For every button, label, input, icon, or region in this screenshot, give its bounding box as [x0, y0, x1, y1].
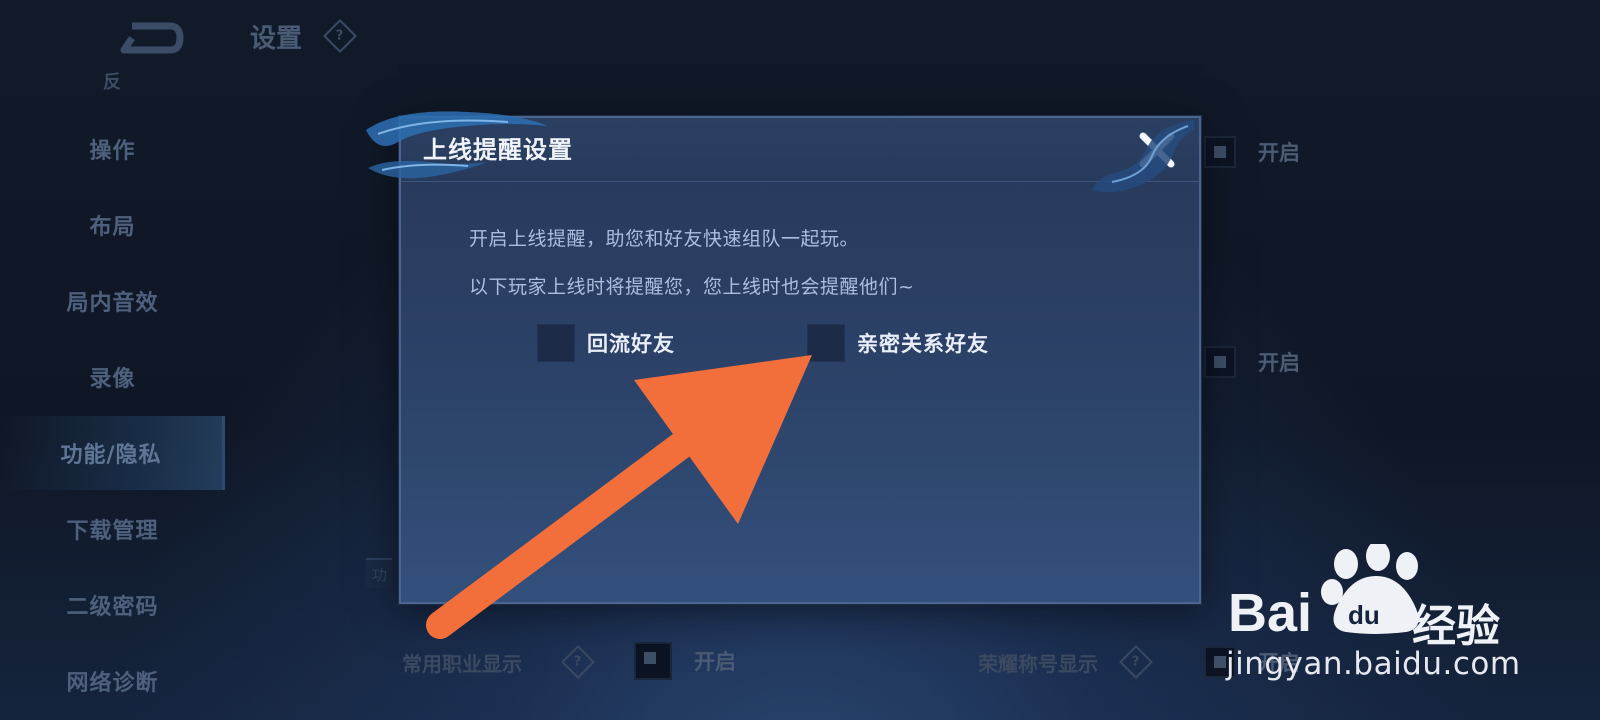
- watermark-url: jingyan.baidu.com: [1226, 646, 1521, 682]
- sidebar-item-features-privacy[interactable]: 功能/隐私: [0, 416, 225, 490]
- sidebar-item-secondary-password[interactable]: 二级密码: [0, 568, 225, 642]
- sidebar-item-network-diagnostics[interactable]: 网络诊断: [0, 644, 225, 718]
- back-arrow-icon: [120, 22, 184, 54]
- sidebar: 反 操作 布局 局内音效 录像 功能/隐私 下载管理 二级密码 网络诊断: [0, 0, 225, 720]
- watermark-brand: Bai: [1228, 583, 1313, 643]
- option-label-close-friends: 亲密关系好友: [857, 332, 989, 356]
- option-label-returning-friends: 回流好友: [587, 332, 675, 356]
- bg-toggle-label-2: 开启: [1258, 351, 1300, 375]
- dialog-description-2: 以下玩家上线时将提醒您，您上线时也会提醒他们~: [469, 276, 915, 298]
- back-button[interactable]: [118, 18, 186, 58]
- dialog-header: 上线提醒设置: [401, 118, 1199, 182]
- bg-row-label-honor-title: 荣耀称号显示: [978, 652, 1098, 676]
- option-close-friends[interactable]: 亲密关系好友: [807, 324, 989, 362]
- bg-toggle-common-role[interactable]: 开启: [634, 642, 736, 680]
- paw-text: du: [1348, 600, 1380, 630]
- bg-fragment: 功: [366, 558, 392, 588]
- bg-checkbox-1[interactable]: [1204, 136, 1236, 168]
- sidebar-item-partial[interactable]: 反: [0, 66, 225, 96]
- bg-checkbox-2[interactable]: [1204, 346, 1236, 378]
- close-icon: [1139, 132, 1175, 168]
- bg-toggle-2[interactable]: 开启: [1204, 346, 1300, 378]
- checkbox-returning-friends[interactable]: [537, 324, 575, 362]
- bg-toggle-1[interactable]: 开启: [1204, 136, 1300, 168]
- watermark-brand-tail: 经验: [1412, 601, 1500, 652]
- sidebar-item-controls[interactable]: 操作: [0, 112, 225, 186]
- option-returning-friends[interactable]: 回流好友: [537, 324, 675, 362]
- checkbox-close-friends[interactable]: [807, 324, 845, 362]
- page-title: 设置: [250, 24, 303, 54]
- bg-row-label-common-role: 常用职业显示: [402, 652, 522, 676]
- sidebar-item-ingame-audio[interactable]: 局内音效: [0, 264, 225, 338]
- bg-checkbox-common-role[interactable]: [634, 642, 672, 680]
- sidebar-item-layout[interactable]: 布局: [0, 188, 225, 262]
- sidebar-item-downloads[interactable]: 下载管理: [0, 492, 225, 566]
- dialog-description-1: 开启上线提醒，助您和好友快速组队一起玩。: [469, 228, 860, 250]
- online-reminder-dialog: 上线提醒设置 开启上线提醒，助您和好友快速组队一起玩。 以下玩家上线时将提醒您，…: [399, 116, 1201, 604]
- bg-toggle-label-1: 开启: [1258, 141, 1300, 165]
- bg-toggle-label-common-role: 开启: [694, 650, 736, 674]
- close-button[interactable]: [1133, 126, 1181, 174]
- sidebar-item-replay[interactable]: 录像: [0, 340, 225, 414]
- dialog-title: 上线提醒设置: [423, 136, 573, 164]
